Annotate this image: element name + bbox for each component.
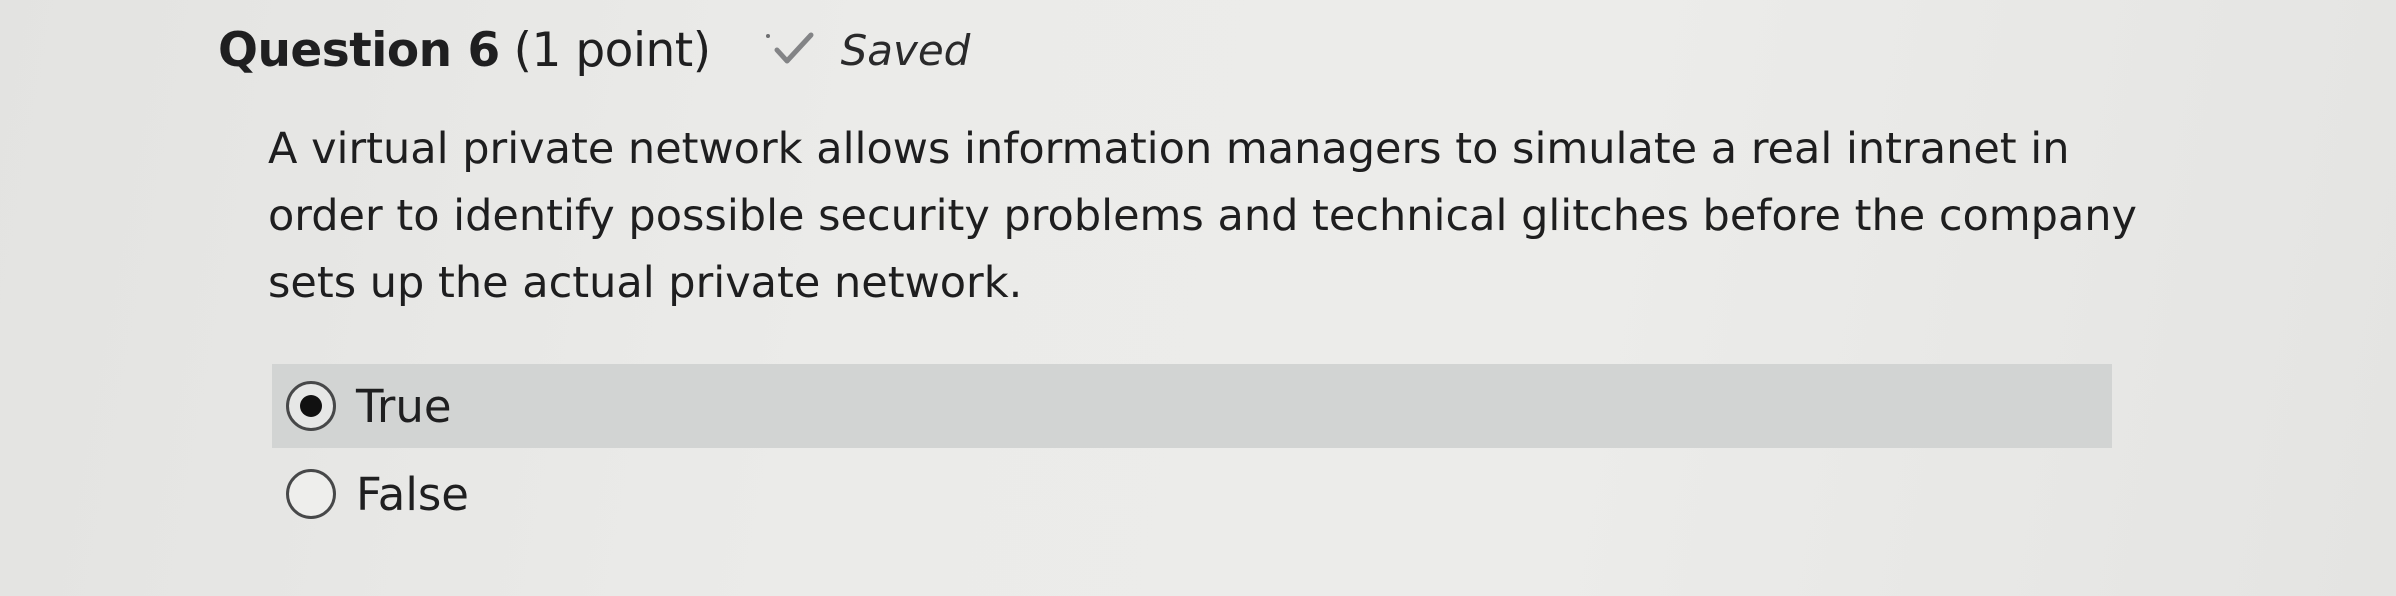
saved-label: Saved (840, 25, 971, 75)
radio-selected-dot (300, 395, 322, 417)
answer-options: True False (272, 364, 2112, 540)
question-points: (1 point) (513, 22, 711, 78)
radio-button-true[interactable] (286, 381, 336, 431)
saved-status: Saved (765, 25, 971, 75)
question-text: A virtual private network allows informa… (268, 124, 2138, 308)
answer-option-true[interactable]: True (272, 364, 2112, 448)
question-header: Question 6 (1 point) Saved (218, 14, 970, 86)
answer-option-false[interactable]: False (272, 452, 2112, 536)
check-icon (765, 32, 814, 64)
radio-button-false[interactable] (286, 469, 336, 519)
answer-label-false: False (356, 467, 469, 521)
answer-label-true: True (356, 379, 452, 433)
question-title: Question 6 (218, 22, 500, 78)
